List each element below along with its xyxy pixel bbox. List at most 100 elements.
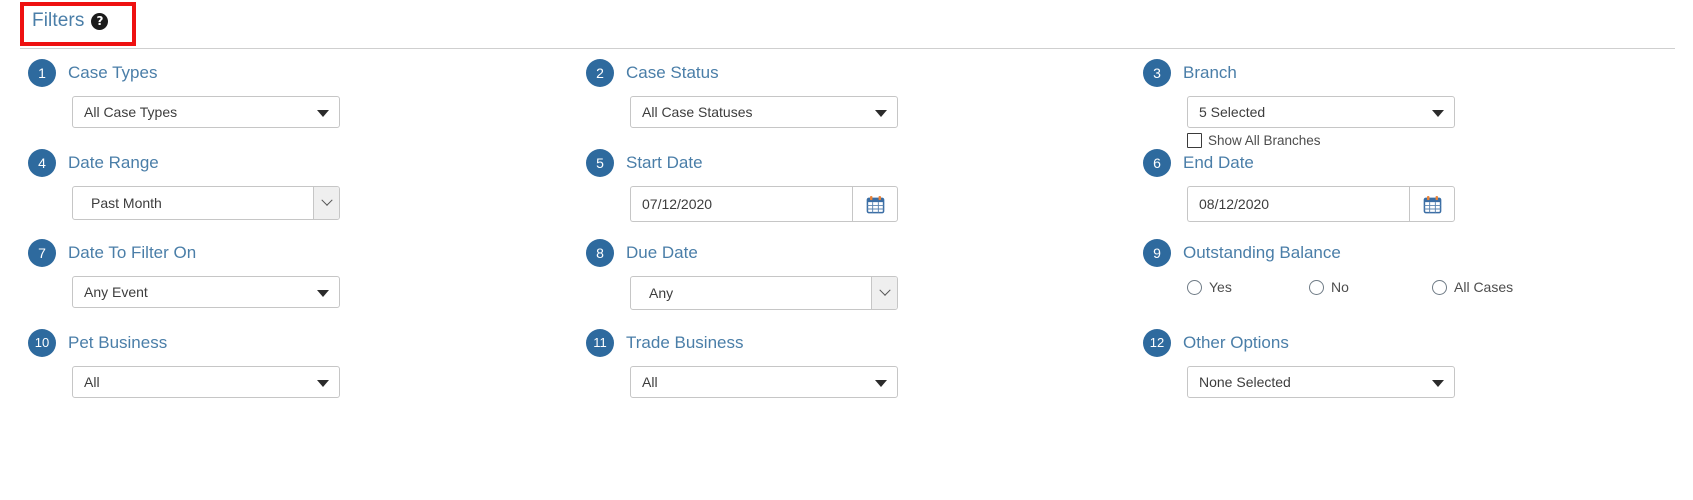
date-range-value: Past Month [91, 195, 162, 211]
outstanding-balance-radio-group: Yes No All Cases [1187, 279, 1663, 295]
chevron-down-icon[interactable] [313, 187, 339, 219]
filter-header: 2 Case Status [586, 58, 1106, 88]
filter-label: Due Date [626, 243, 698, 262]
filter-header: 4 Date Range [28, 148, 548, 178]
case-types-value: All Case Types [84, 104, 178, 120]
radio-option-yes[interactable]: Yes [1187, 279, 1309, 295]
filter-header: 7 Date To Filter On [28, 238, 548, 268]
filter-number-badge: 10 [28, 329, 56, 357]
filter-header: 9 Outstanding Balance [1143, 238, 1663, 268]
chevron-down-icon [1432, 110, 1444, 117]
branch-dropdown[interactable]: 5 Selected [1187, 96, 1455, 128]
header-divider [20, 48, 1675, 49]
filter-number-badge: 11 [586, 329, 614, 357]
filter-label: Trade Business [626, 333, 744, 352]
calendar-icon [1423, 195, 1441, 213]
radio-label: All Cases [1454, 279, 1514, 295]
radio-option-no[interactable]: No [1309, 279, 1432, 295]
radio-circle-icon[interactable] [1432, 279, 1447, 295]
filter-label: Date To Filter On [68, 243, 197, 262]
chevron-down-icon [317, 380, 329, 387]
panel-header-content: Filters ? [32, 10, 109, 32]
show-all-branches-label: Show All Branches [1208, 133, 1321, 148]
other-options-dropdown[interactable]: None Selected [1187, 366, 1455, 398]
end-date-field: 08/12/2020 [1187, 186, 1455, 222]
filter-due-date: 8 Due Date Any [586, 238, 1106, 328]
chevron-down-icon [875, 380, 887, 387]
filter-header: 11 Trade Business [586, 328, 1106, 358]
chevron-down-icon [317, 290, 329, 297]
radio-circle-icon[interactable] [1309, 279, 1324, 295]
filter-case-status: 2 Case Status All Case Statuses [586, 58, 1106, 148]
trade-business-value: All [642, 374, 658, 390]
filters-row: 10 Pet Business All 11 Trade Business Al… [0, 328, 1693, 418]
filter-label: Outstanding Balance [1183, 243, 1341, 262]
filter-header: 5 Start Date [586, 148, 1106, 178]
filter-control: 08/12/2020 [1187, 186, 1663, 222]
date-range-select[interactable]: Past Month [72, 186, 340, 220]
radio-option-all-cases[interactable]: All Cases [1432, 279, 1513, 295]
pet-business-value: All [84, 374, 100, 390]
question-mark-circle-icon[interactable]: ? [91, 12, 109, 30]
due-date-value: Any [649, 285, 674, 301]
filter-case-types: 1 Case Types All Case Types [28, 58, 548, 148]
date-to-filter-on-dropdown[interactable]: Any Event [72, 276, 340, 308]
page-title: Filters [32, 10, 85, 31]
filter-label: Date Range [68, 153, 159, 172]
show-all-branches-checkbox-row[interactable]: Show All Branches [1187, 133, 1663, 148]
filter-control: Past Month [72, 186, 548, 220]
filters-row: 4 Date Range Past Month 5 Start Date 07/… [0, 148, 1693, 238]
filters-row: 1 Case Types All Case Types 2 Case Statu… [0, 58, 1693, 148]
filter-label: Branch [1183, 63, 1237, 82]
filter-label: End Date [1183, 153, 1254, 172]
filter-date-range: 4 Date Range Past Month [28, 148, 548, 238]
date-to-filter-on-value: Any Event [84, 284, 148, 300]
panel-header: Filters ? [0, 0, 1693, 56]
filter-label: Other Options [1183, 333, 1289, 352]
filter-number-badge: 5 [586, 149, 614, 177]
case-types-dropdown[interactable]: All Case Types [72, 96, 340, 128]
filter-pet-business: 10 Pet Business All [28, 328, 548, 418]
other-options-value: None Selected [1199, 374, 1291, 390]
radio-label: Yes [1209, 279, 1232, 295]
trade-business-dropdown[interactable]: All [630, 366, 898, 398]
filter-label: Case Status [626, 63, 719, 82]
case-status-dropdown[interactable]: All Case Statuses [630, 96, 898, 128]
chevron-down-icon [317, 110, 329, 117]
filter-control: Any Event [72, 276, 548, 308]
filter-label: Start Date [626, 153, 703, 172]
filter-number-badge: 8 [586, 239, 614, 267]
filters-row: 7 Date To Filter On Any Event 8 Due Date [0, 238, 1693, 328]
filter-number-badge: 4 [28, 149, 56, 177]
radio-circle-icon[interactable] [1187, 279, 1202, 295]
case-status-value: All Case Statuses [642, 104, 753, 120]
filter-end-date: 6 End Date 08/12/2020 [1143, 148, 1663, 238]
filter-control: All Case Statuses [630, 96, 1106, 128]
end-date-input[interactable]: 08/12/2020 [1187, 186, 1409, 222]
filter-number-badge: 12 [1143, 329, 1171, 357]
filter-control: All [630, 366, 1106, 398]
chevron-down-icon [875, 110, 887, 117]
filter-header: 1 Case Types [28, 58, 548, 88]
filter-header: 3 Branch [1143, 58, 1663, 88]
chevron-down-icon[interactable] [871, 277, 897, 309]
filter-number-badge: 7 [28, 239, 56, 267]
filter-trade-business: 11 Trade Business All [586, 328, 1106, 418]
branch-value: 5 Selected [1199, 104, 1266, 120]
filter-header: 12 Other Options [1143, 328, 1663, 358]
filter-label: Case Types [68, 63, 158, 82]
radio-label: No [1331, 279, 1349, 295]
show-all-branches-checkbox[interactable] [1187, 133, 1202, 148]
filter-header: 10 Pet Business [28, 328, 548, 358]
calendar-icon [866, 195, 884, 213]
pet-business-dropdown[interactable]: All [72, 366, 340, 398]
due-date-select[interactable]: Any [630, 276, 898, 310]
filter-other-options: 12 Other Options None Selected [1143, 328, 1663, 418]
filter-number-badge: 2 [586, 59, 614, 87]
start-date-calendar-button[interactable] [852, 186, 898, 222]
filter-label: Pet Business [68, 333, 168, 352]
start-date-field: 07/12/2020 [630, 186, 898, 222]
filter-branch: 3 Branch 5 Selected Show All Branches [1143, 58, 1663, 148]
end-date-calendar-button[interactable] [1409, 186, 1455, 222]
start-date-input[interactable]: 07/12/2020 [630, 186, 852, 222]
